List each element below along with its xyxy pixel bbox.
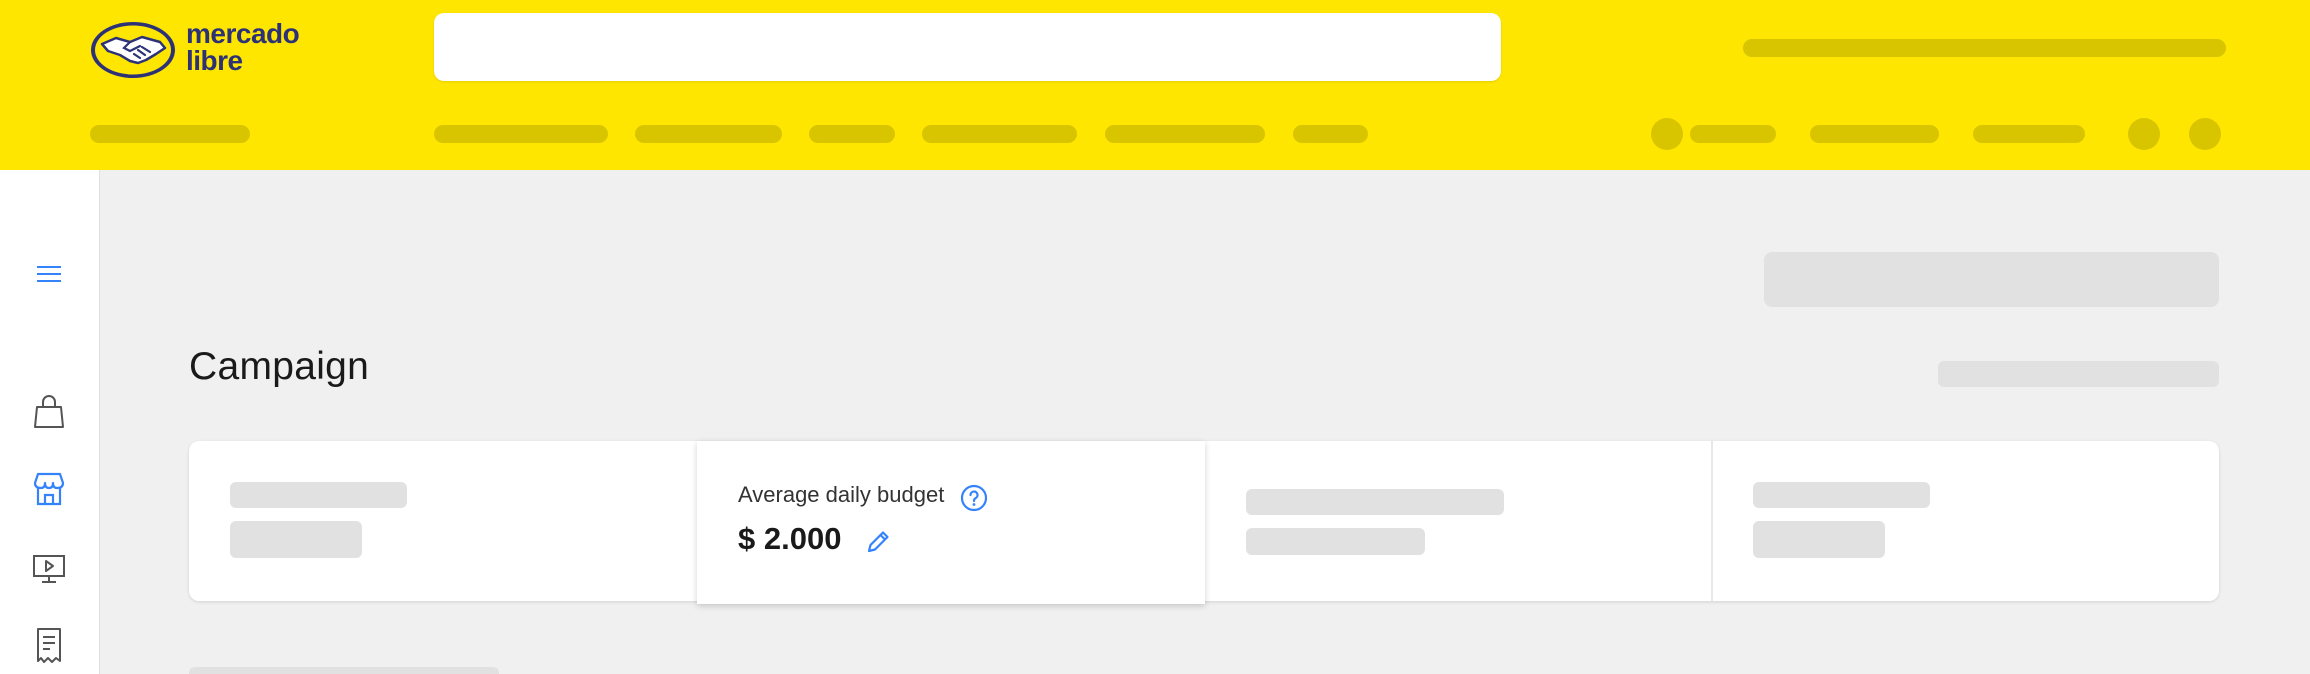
handshake-logo-icon — [91, 22, 175, 78]
purchases-link-placeholder[interactable] — [1973, 125, 2085, 143]
favorites-icon-placeholder[interactable] — [2128, 118, 2160, 150]
date-range-selector-placeholder[interactable] — [1764, 252, 2219, 307]
nav-item-placeholder-4[interactable] — [922, 125, 1077, 143]
pencil-icon[interactable] — [863, 527, 893, 557]
location-placeholder[interactable] — [90, 125, 250, 143]
top-header: mercado libre — [0, 0, 2310, 170]
nav-item-placeholder-3[interactable] — [809, 125, 895, 143]
nav-item-placeholder-5[interactable] — [1105, 125, 1265, 143]
account-link-placeholder[interactable] — [1810, 125, 1939, 143]
video-icon[interactable] — [30, 550, 68, 588]
page-title: Campaign — [189, 345, 370, 388]
menu-icon[interactable] — [30, 255, 68, 293]
user-name-placeholder[interactable] — [1690, 125, 1776, 143]
logo-text-libre: libre — [186, 45, 243, 76]
search-input[interactable] — [434, 13, 1501, 81]
receipt-icon[interactable] — [30, 627, 68, 665]
budget-value: $ 2.000 — [738, 521, 842, 556]
nav-item-placeholder-1[interactable] — [434, 125, 608, 143]
notifications-icon-placeholder[interactable] — [2189, 118, 2221, 150]
metrics-cards: Average daily budget $ 2.000 — [189, 441, 2219, 604]
left-sidebar — [0, 170, 100, 674]
user-avatar-placeholder[interactable] — [1651, 118, 1683, 150]
metric-label-placeholder-1 — [230, 482, 407, 508]
store-icon[interactable] — [30, 470, 68, 508]
section-title-placeholder — [189, 667, 499, 674]
shopping-bag-icon[interactable] — [30, 393, 68, 431]
card-divider — [1711, 441, 1713, 601]
nav-item-placeholder-6[interactable] — [1293, 125, 1368, 143]
question-icon[interactable] — [960, 484, 988, 512]
metric-value-placeholder-4 — [1753, 521, 1885, 558]
subtitle-placeholder — [1938, 361, 2219, 387]
average-daily-budget-card[interactable]: Average daily budget $ 2.000 — [697, 441, 1205, 604]
nav-item-placeholder-2[interactable] — [635, 125, 782, 143]
metric-value-placeholder-3 — [1246, 528, 1425, 555]
budget-label: Average daily budget — [738, 482, 945, 507]
metric-value-placeholder-1 — [230, 521, 362, 558]
header-promo-placeholder — [1743, 39, 2226, 57]
metric-label-placeholder-3 — [1246, 489, 1504, 515]
logo-text-mercado: mercado — [186, 18, 300, 49]
metric-label-placeholder-4 — [1753, 482, 1930, 508]
mercado-libre-logo[interactable]: mercado libre — [90, 20, 330, 80]
